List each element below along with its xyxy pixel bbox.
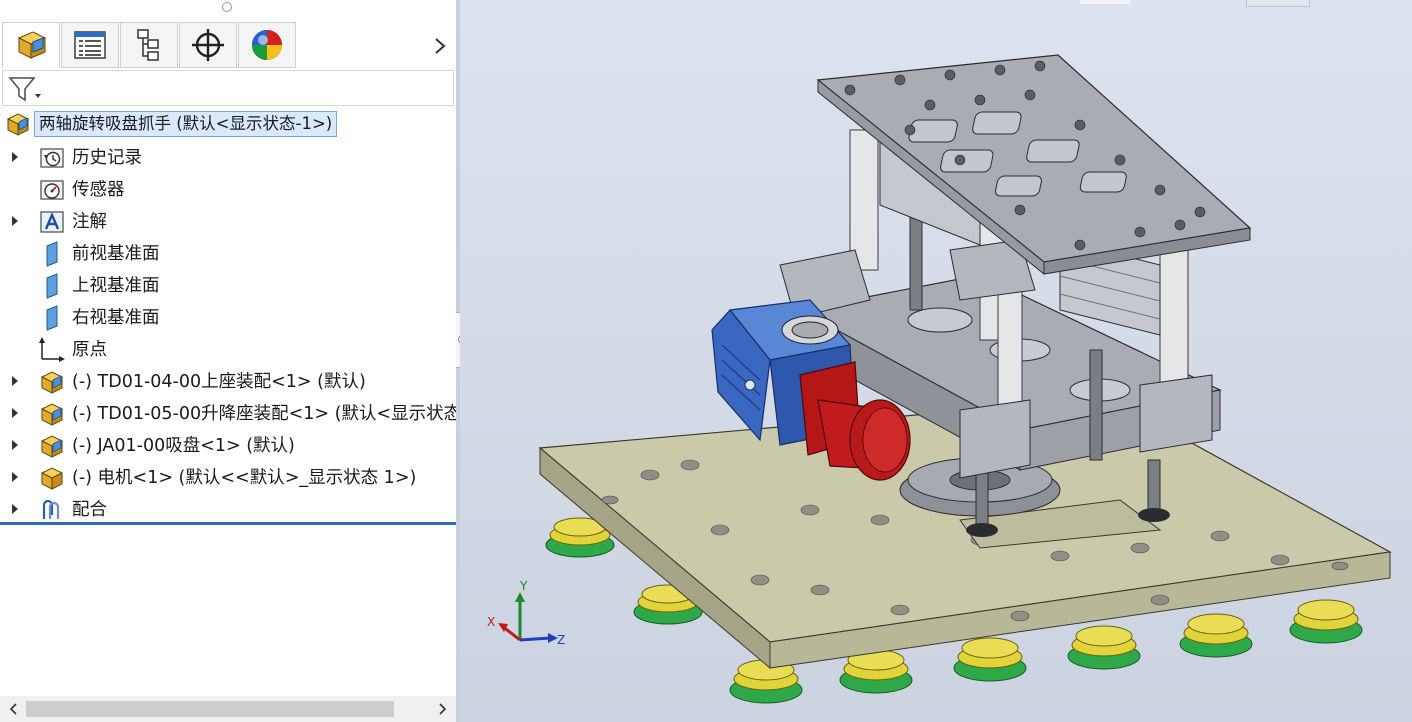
tree-item-front-plane[interactable]: 前视基准面 (0, 237, 456, 269)
mates-icon (38, 497, 66, 523)
tree-item-label: 原点 (72, 340, 107, 360)
assembly-model[interactable]: Y X Z (460, 0, 1412, 722)
triad-z-label: Z (557, 633, 565, 647)
configuration-manager-icon (137, 29, 159, 61)
expand-arrow-icon[interactable] (10, 439, 20, 451)
more-tabs-button[interactable] (428, 32, 452, 60)
plane-icon (38, 305, 66, 331)
filter-icon[interactable] (7, 74, 43, 104)
feature-manager-panel: 两轴旋转吸盘抓手 (默认<显示状态-1>) 历史记录 传感器 注解 前视基准面 … (0, 0, 461, 722)
plane-icon (38, 273, 66, 299)
horizontal-scrollbar[interactable] (0, 696, 456, 722)
chevron-right-icon (439, 703, 447, 715)
tree-item-annotations[interactable]: 注解 (0, 205, 456, 237)
scroll-left-button[interactable] (4, 700, 22, 718)
expand-arrow-icon[interactable] (10, 471, 20, 483)
feature-tree: 两轴旋转吸盘抓手 (默认<显示状态-1>) 历史记录 传感器 注解 前视基准面 … (0, 107, 461, 525)
expand-arrow-icon[interactable] (10, 215, 20, 227)
tree-item-label: (-) JA01-00吸盘<1> (默认) (72, 436, 295, 456)
tree-item-sensors[interactable]: 传感器 (0, 173, 456, 205)
subassembly-icon (38, 465, 66, 491)
tab-dimxpert-manager[interactable] (179, 22, 237, 68)
tree-item-label: 前视基准面 (72, 244, 160, 264)
tree-item-label: (-) TD01-04-00上座装配<1> (默认) (72, 372, 366, 392)
expand-arrow-icon[interactable] (10, 407, 20, 419)
tree-item-label: 右视基准面 (72, 308, 160, 328)
origin-icon (38, 337, 66, 363)
subassembly-icon (38, 433, 66, 459)
tree-item-subassembly-motor[interactable]: (-) 电机<1> (默认<<默认>_显示状态 1>) (0, 461, 456, 493)
tree-item-label: 传感器 (72, 180, 125, 200)
tree-item-top-plane[interactable]: 上视基准面 (0, 269, 456, 301)
tree-item-label: 上视基准面 (72, 276, 160, 296)
subassembly-icon (38, 401, 66, 427)
chevron-right-icon (435, 38, 446, 54)
tree-item-origin[interactable]: 原点 (0, 333, 456, 365)
chevron-left-icon (9, 703, 17, 715)
panel-divider[interactable] (0, 522, 456, 525)
tree-root-assembly[interactable]: 两轴旋转吸盘抓手 (默认<显示状态-1>) (0, 107, 456, 139)
tree-item-history[interactable]: 历史记录 (0, 141, 456, 173)
tree-item-label: 历史记录 (72, 148, 142, 168)
plane-icon (38, 241, 66, 267)
tree-item-label: (-) TD01-05-00升降座装配<1> (默认<显示状态 (72, 404, 462, 424)
tab-configuration-manager[interactable] (120, 22, 178, 68)
history-icon (38, 145, 66, 171)
tree-item-label: 注解 (72, 212, 107, 232)
panel-tab-bar (0, 20, 456, 68)
property-manager-icon (74, 31, 106, 59)
expand-arrow-icon[interactable] (10, 375, 20, 387)
tree-filter-bar[interactable] (2, 70, 454, 106)
tree-item-right-plane[interactable]: 右视基准面 (0, 301, 456, 333)
tab-display-manager[interactable] (238, 22, 296, 68)
subassembly-icon (38, 369, 66, 395)
expand-arrow-icon[interactable] (10, 151, 20, 163)
assembly-icon (4, 111, 32, 137)
tree-item-subassembly-ja01[interactable]: (-) JA01-00吸盘<1> (默认) (0, 429, 456, 461)
orientation-triad: Y X Z (487, 579, 565, 647)
annotation-icon (38, 209, 66, 235)
tab-feature-manager[interactable] (2, 22, 60, 68)
tab-property-manager[interactable] (61, 22, 119, 68)
sensor-icon (38, 177, 66, 203)
expand-arrow-icon[interactable] (10, 503, 20, 515)
panel-grip-handle[interactable] (222, 2, 232, 12)
scrollbar-thumb[interactable] (26, 701, 394, 717)
tree-item-label: (-) 电机<1> (默认<<默认>_显示状态 1>) (72, 468, 417, 488)
feature-manager-icon (17, 31, 47, 59)
triad-y-label: Y (519, 579, 528, 593)
tree-root-label: 两轴旋转吸盘抓手 (默认<显示状态-1>) (34, 111, 338, 137)
triad-x-label: X (487, 615, 495, 629)
crosshair-icon (192, 29, 224, 61)
scroll-right-button[interactable] (434, 700, 452, 718)
tree-item-label: 配合 (72, 500, 107, 520)
tree-item-subassembly-td01-04[interactable]: (-) TD01-04-00上座装配<1> (默认) (0, 365, 456, 397)
graphics-viewport[interactable]: Y X Z (460, 0, 1412, 722)
tree-item-subassembly-td01-05[interactable]: (-) TD01-05-00升降座装配<1> (默认<显示状态 (0, 397, 461, 429)
tree-item-mates[interactable]: 配合 (0, 493, 456, 525)
display-manager-icon (252, 30, 282, 60)
